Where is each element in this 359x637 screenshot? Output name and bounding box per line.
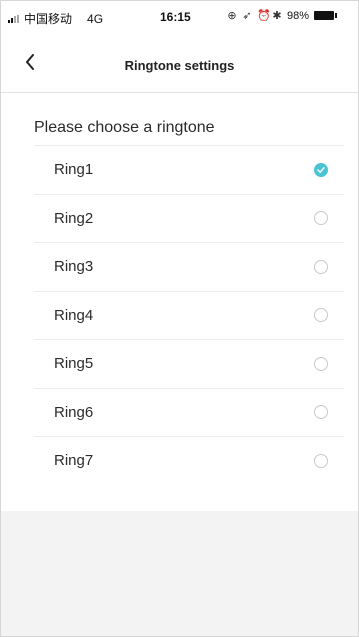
ringtone-label: Ring3 (54, 258, 94, 276)
radio-checked-icon[interactable] (314, 162, 328, 177)
ringtone-list: Ring1 Ring2 Ring3 Ring4 Ring5 Ring6 Ring7 (1, 145, 358, 485)
ringtone-option-1[interactable]: Ring1 (34, 145, 344, 194)
radio-unchecked-icon[interactable] (314, 453, 328, 468)
radio-unchecked-icon[interactable] (314, 405, 328, 420)
page-title: Ringtone settings (124, 58, 235, 73)
section-title: Please choose a ringtone (34, 119, 215, 136)
status-time: 16:15 (160, 10, 191, 24)
battery-icon (314, 11, 338, 20)
ringtone-label: Ring6 (54, 403, 94, 421)
alarm-icon: ⏰ (257, 10, 271, 22)
ringtone-option-7[interactable]: Ring7 (34, 436, 344, 485)
ringtone-option-6[interactable]: Ring6 (34, 387, 344, 437)
carrier-label: 中国移动 (24, 12, 73, 26)
ringtone-label: Ring1 (54, 161, 94, 179)
lock-rotation-icon: ⊕ (227, 10, 237, 22)
empty-area (1, 511, 358, 636)
radio-unchecked-icon[interactable] (314, 259, 328, 274)
ringtone-option-2[interactable]: Ring2 (34, 193, 344, 243)
status-bar: 中国移动 4G 16:15 ⊕ ➶ ⏰ ✱ 98% (1, 1, 358, 31)
ringtone-label: Ring5 (54, 355, 94, 373)
radio-unchecked-icon[interactable] (314, 356, 328, 371)
location-icon: ➶ (242, 10, 252, 22)
ringtone-option-4[interactable]: Ring4 (34, 290, 344, 340)
battery-percent: 98% (287, 9, 310, 22)
status-right: ⊕ ➶ ⏰ ✱ 98% (227, 9, 338, 22)
bluetooth-icon: ✱ (272, 10, 282, 22)
radio-unchecked-icon[interactable] (314, 211, 328, 226)
signal-icon (8, 14, 19, 23)
status-left: 中国移动 4G (8, 10, 103, 27)
ringtone-label: Ring2 (54, 209, 94, 227)
phone-screen: 中国移动 4G 16:15 ⊕ ➶ ⏰ ✱ 98% Ringtone setti… (0, 0, 359, 637)
ringtone-option-3[interactable]: Ring3 (34, 242, 344, 291)
ringtone-panel: Please choose a ringtone Ring1 Ring2 Ring3… (1, 93, 358, 511)
nav-bar: Ringtone settings (1, 31, 358, 93)
ringtone-label: Ring4 (54, 306, 94, 324)
radio-unchecked-icon[interactable] (314, 308, 328, 323)
ringtone-option-5[interactable]: Ring5 (34, 339, 344, 388)
ringtone-label: Ring7 (54, 452, 94, 470)
network-type: 4G (87, 11, 104, 26)
